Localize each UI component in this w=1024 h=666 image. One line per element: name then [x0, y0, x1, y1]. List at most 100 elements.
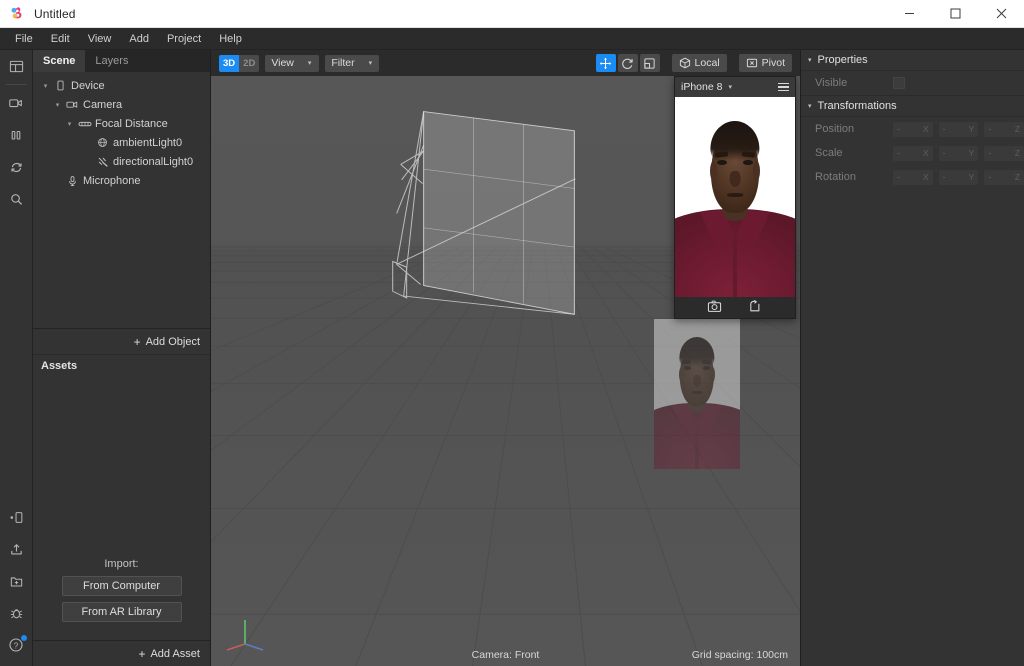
tree-item-focal-distance[interactable]: ▾ Focal Distance: [33, 114, 210, 133]
move-tool-button[interactable]: [595, 54, 616, 72]
chevron-down-icon[interactable]: ▾: [51, 101, 64, 109]
device-preview-footer: [675, 297, 795, 318]
tree-label-camera: Camera: [83, 98, 123, 111]
scale-tool-button[interactable]: [639, 54, 660, 72]
menu-project[interactable]: Project: [158, 28, 210, 50]
tree-item-device[interactable]: ▾ Device: [33, 76, 210, 95]
transformations-section-header[interactable]: ▾ Transformations: [801, 96, 1024, 117]
scale-y-field[interactable]: - Y: [938, 145, 979, 161]
left-panel: Scene Layers ▾ Device ▾ Camera ▾ Focal D…: [33, 50, 211, 666]
tree-item-camera[interactable]: ▾ Camera: [33, 95, 210, 114]
plus-icon: +: [138, 646, 146, 661]
rotation-y-axis: Y: [968, 172, 975, 182]
preview-menu-button[interactable]: [778, 82, 789, 92]
record-video-button[interactable]: [748, 299, 763, 317]
layout-panels-button[interactable]: [0, 50, 33, 82]
send-to-device-button[interactable]: [0, 501, 33, 533]
mode-3d-button[interactable]: 3D: [219, 54, 240, 72]
close-button[interactable]: [978, 0, 1024, 28]
pivot-button[interactable]: Pivot: [738, 54, 792, 72]
mode-2d-button[interactable]: 2D: [239, 54, 260, 72]
spark-ar-studio-window: Untitled File Edit View Add Project Help: [0, 0, 1024, 666]
local-space-button[interactable]: Local: [671, 54, 727, 72]
position-y-axis: Y: [968, 124, 975, 134]
record-video-icon: [750, 299, 760, 311]
properties-section-header[interactable]: ▾ Properties: [801, 50, 1024, 71]
main-body: ? Scene Layers ▾ Device ▾ Camera ▾ Focal…: [0, 50, 1024, 666]
upload-export-button[interactable]: [0, 533, 33, 565]
add-asset-button[interactable]: + Add Asset: [138, 648, 200, 660]
device-preview-header: iPhone 8 ▾: [675, 77, 795, 97]
scale-x-value: -: [897, 148, 900, 158]
device-preview-panel: iPhone 8 ▾: [674, 76, 796, 319]
menu-help[interactable]: Help: [210, 28, 251, 50]
position-z-value: -: [988, 124, 992, 134]
minimize-button[interactable]: [886, 0, 932, 28]
menu-add[interactable]: Add: [120, 28, 158, 50]
rotation-z-field[interactable]: - Z: [984, 169, 1024, 185]
import-from-ar-library-button[interactable]: From AR Library: [61, 602, 182, 622]
scale-x-axis: X: [923, 148, 929, 158]
import-from-computer-button[interactable]: From Computer: [61, 576, 182, 596]
rotation-label: Rotation: [815, 171, 856, 183]
menu-edit[interactable]: Edit: [42, 28, 79, 50]
scale-z-field[interactable]: - Z: [984, 145, 1024, 161]
position-x-field[interactable]: - X: [893, 121, 933, 137]
rotation-x-value: -: [897, 172, 900, 182]
view-dropdown[interactable]: View ▾: [265, 54, 320, 72]
tree-label-device: Device: [71, 79, 105, 92]
position-z-field[interactable]: - Z: [984, 121, 1024, 137]
camera-video-button[interactable]: [0, 87, 33, 119]
filter-dropdown[interactable]: Filter ▾: [325, 54, 380, 72]
rotate-icon: [622, 58, 633, 69]
visible-label: Visible: [815, 77, 848, 89]
scale-x-field[interactable]: - X: [893, 145, 933, 161]
add-folder-button[interactable]: [0, 565, 33, 597]
add-object-bar: + Add Object: [33, 328, 210, 354]
transformations-section-title: Transformations: [817, 100, 897, 112]
add-object-label: Add Object: [145, 335, 200, 348]
tab-scene[interactable]: Scene: [33, 50, 86, 72]
tree-item-directional-light[interactable]: directionalLight0: [33, 152, 210, 171]
chevron-down-icon[interactable]: ▾: [63, 120, 76, 128]
pause-button[interactable]: [0, 119, 33, 151]
rotation-x-field[interactable]: - X: [893, 169, 933, 185]
add-object-button[interactable]: + Add Object: [134, 336, 200, 348]
device-selector-dropdown[interactable]: iPhone 8 ▾: [681, 81, 732, 93]
maximize-button[interactable]: [932, 0, 978, 28]
menu-file[interactable]: File: [6, 28, 42, 50]
properties-panel: ▾ Properties Visible ▾ Transformations P…: [800, 50, 1024, 666]
position-y-field[interactable]: - Y: [938, 121, 979, 137]
visible-checkbox[interactable]: [893, 77, 905, 89]
tab-layers[interactable]: Layers: [85, 50, 210, 72]
camera-video-icon: [9, 99, 22, 108]
bug-debug-button[interactable]: [0, 597, 33, 629]
focal-distance-icon: [76, 119, 93, 129]
device-preview-screen[interactable]: [675, 97, 795, 297]
camera-icon: [64, 99, 81, 110]
rotate-tool-button[interactable]: [617, 54, 638, 72]
svg-text:?: ?: [14, 641, 19, 650]
help-button[interactable]: ?: [0, 629, 33, 661]
pause-icon: [11, 130, 21, 140]
menu-view[interactable]: View: [79, 28, 121, 50]
viewport-3d[interactable]: Camera: Front Grid spacing: 100cm iPhone…: [211, 76, 800, 666]
preview-portrait-ear-right: [753, 161, 761, 181]
camera-plane-face-preview: [636, 301, 800, 481]
scale-y-value: -: [942, 148, 946, 158]
scene-tree: ▾ Device ▾ Camera ▾ Focal Distance ambie…: [33, 72, 210, 328]
rotation-y-field[interactable]: - Y: [938, 169, 979, 185]
refresh-button[interactable]: [0, 151, 33, 183]
properties-section-title: Properties: [817, 54, 868, 66]
window-title: Untitled: [34, 6, 76, 21]
rotation-y-value: -: [942, 172, 946, 182]
tree-item-ambient-light[interactable]: ambientLight0: [33, 133, 210, 152]
screenshot-button[interactable]: [707, 299, 722, 317]
rotation-z-axis: Z: [1014, 172, 1021, 182]
search-button[interactable]: [0, 183, 33, 215]
title-bar: Untitled: [0, 0, 1024, 28]
filter-dropdown-label: Filter: [331, 57, 355, 69]
scale-label: Scale: [815, 147, 843, 159]
chevron-down-icon[interactable]: ▾: [39, 82, 52, 90]
tree-item-microphone[interactable]: Microphone: [33, 171, 210, 190]
